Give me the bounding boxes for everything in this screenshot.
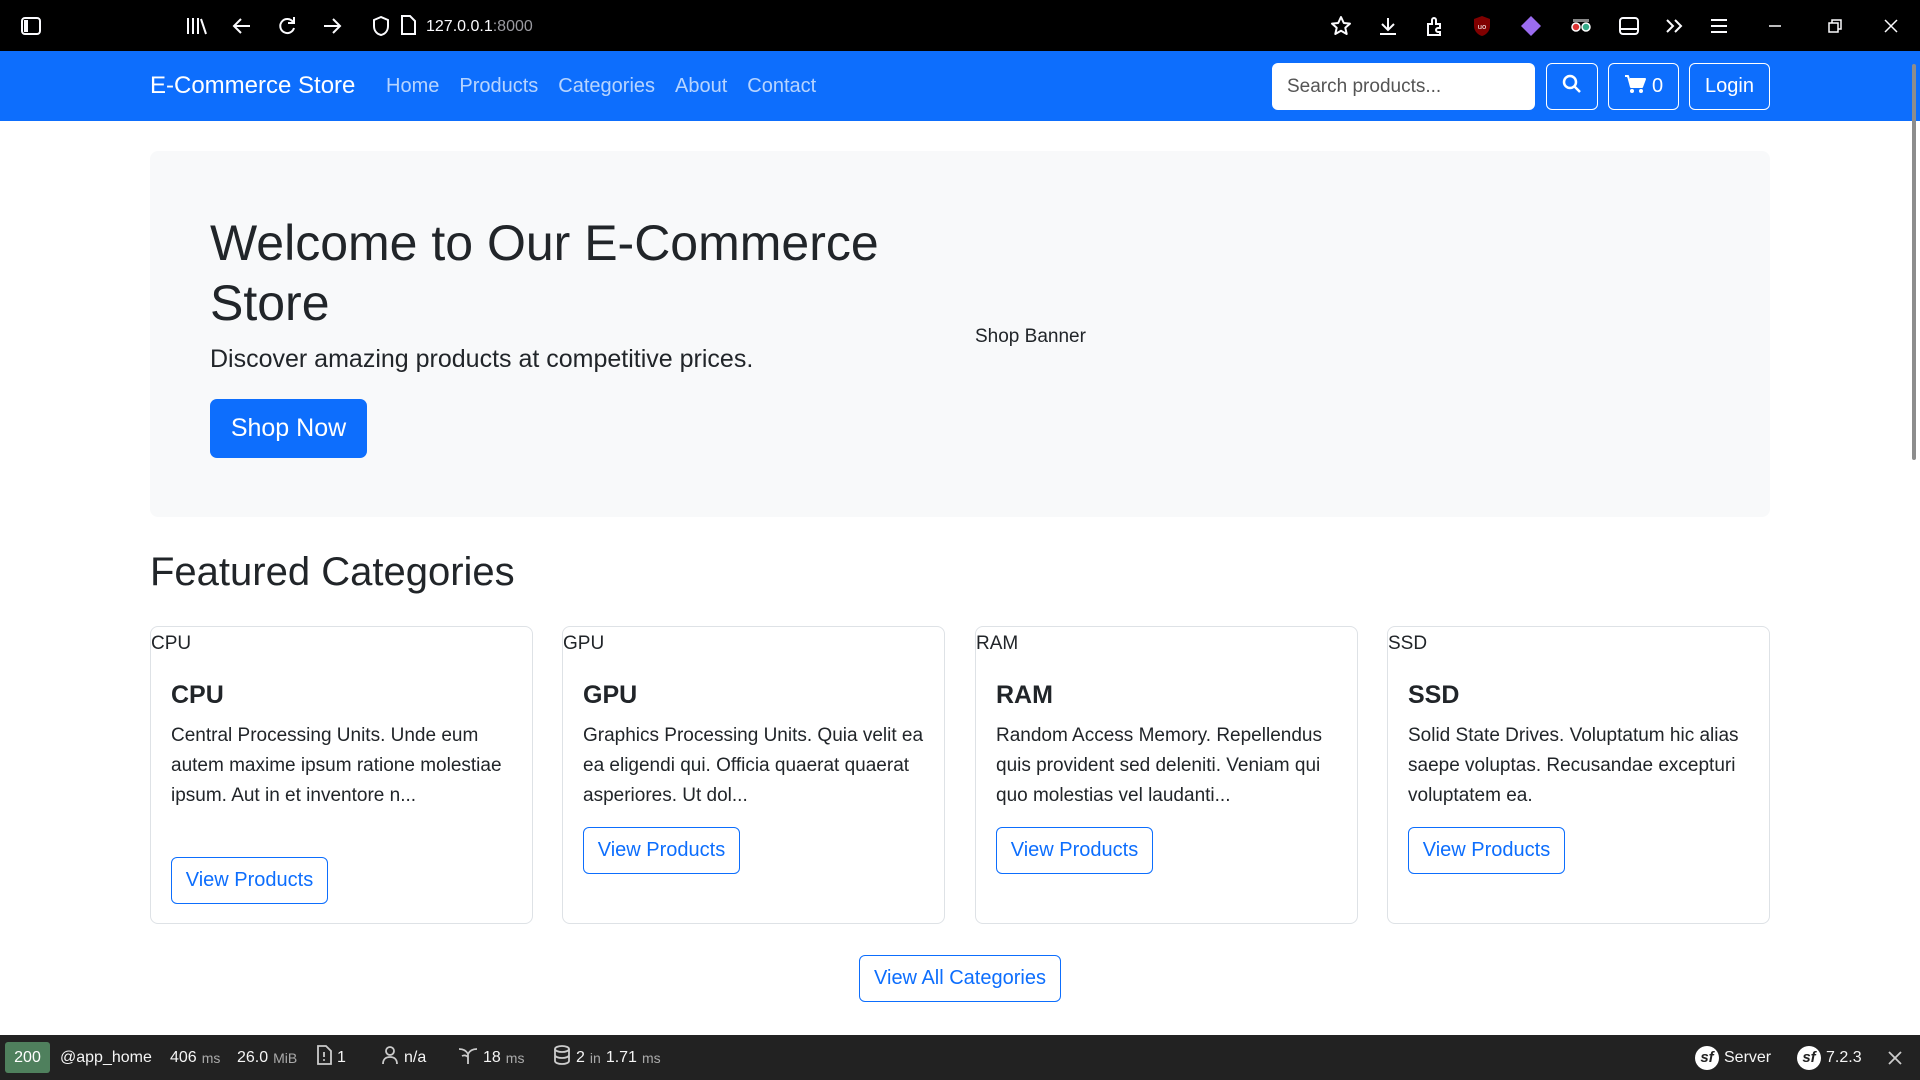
request-time-unit: ms: [201, 1049, 221, 1066]
category-description: Random Access Memory. Repellendus quis p…: [996, 725, 1322, 806]
server-panel[interactable]: sf Server: [1695, 1035, 1771, 1080]
toolbar-close-icon[interactable]: [1888, 1035, 1902, 1080]
database-icon: [553, 1045, 571, 1070]
overflow-icon[interactable]: [1662, 13, 1688, 39]
site-navbar: E-Commerce Store Home Products Categorie…: [0, 51, 1920, 121]
category-card-gpu: GPU GPU Graphics Processing Units. Quia …: [562, 626, 945, 924]
request-time[interactable]: 406 ms: [170, 1035, 220, 1080]
request-time-value: 406: [170, 1048, 197, 1066]
log-file-icon: [316, 1045, 332, 1070]
hero-section: Welcome to Our E-Commerce Store Discover…: [150, 151, 1770, 517]
memory-unit: MiB: [273, 1049, 298, 1066]
search-button[interactable]: [1546, 63, 1598, 110]
db-time-unit: ms: [641, 1049, 661, 1066]
cart-count: 0: [1651, 75, 1664, 97]
hero-title: Welcome to Our E-Commerce Store: [210, 215, 879, 331]
category-image: CPU: [151, 633, 192, 654]
symfony-logo-icon: sf: [1695, 1045, 1719, 1070]
category-image: SSD: [1388, 633, 1428, 654]
nav-link-home[interactable]: Home: [386, 75, 439, 98]
ublock-icon[interactable]: uo: [1469, 13, 1495, 39]
logs-count: 1: [337, 1048, 346, 1066]
twig-time-value: 18: [483, 1048, 501, 1066]
category-description: Graphics Processing Units. Quia velit ea…: [583, 725, 924, 806]
memory-usage[interactable]: 26.0 MiB: [237, 1035, 297, 1080]
cart-icon: [1624, 74, 1646, 100]
svg-text:uo: uo: [1478, 23, 1487, 31]
download-icon[interactable]: [1375, 13, 1401, 39]
category-title: GPU: [583, 681, 638, 709]
nav-link-contact[interactable]: Contact: [747, 75, 816, 98]
view-products-button[interactable]: View Products: [1408, 827, 1565, 874]
shop-now-button[interactable]: Shop Now: [210, 399, 367, 458]
db-query-count: 2: [576, 1048, 585, 1066]
debug-toolbar: 200 @app_home 406 ms 26.0 MiB 1 n/a 18 m…: [0, 1035, 1920, 1080]
extension-diamond-icon[interactable]: [1518, 13, 1544, 39]
status-badge[interactable]: 200: [5, 1042, 50, 1073]
nav-links: Home Products Categories About Contact: [386, 75, 816, 98]
menu-icon[interactable]: [1706, 13, 1732, 39]
bookmark-star-icon[interactable]: [1328, 13, 1354, 39]
category-title: CPU: [171, 681, 224, 709]
url-host: 127.0.0.1: [426, 18, 493, 35]
category-card-ssd: SSD SSD Solid State Drives. Voluptatum h…: [1387, 626, 1770, 924]
reload-icon[interactable]: [274, 13, 300, 39]
shop-banner-image: Shop Banner: [975, 326, 1086, 347]
category-title: SSD: [1408, 681, 1460, 709]
view-all-categories-button[interactable]: View All Categories: [859, 955, 1061, 1002]
symfony-version: 7.2.3: [1826, 1048, 1862, 1066]
route-name[interactable]: @app_home: [60, 1035, 152, 1080]
sidebar-icon[interactable]: [18, 13, 44, 39]
version-panel[interactable]: sf 7.2.3: [1797, 1035, 1862, 1080]
user-value: n/a: [404, 1048, 427, 1066]
url-port: :8000: [492, 18, 533, 35]
twig-icon: [458, 1045, 478, 1070]
user-icon: [381, 1045, 399, 1070]
server-label: Server: [1724, 1048, 1772, 1066]
shield-icon[interactable]: [368, 13, 394, 39]
view-products-button[interactable]: View Products: [996, 827, 1153, 874]
logs-panel[interactable]: 1: [316, 1035, 346, 1080]
minimize-icon[interactable]: [1762, 13, 1788, 39]
search-icon: [1562, 74, 1582, 100]
nav-link-products[interactable]: Products: [459, 75, 538, 98]
hero-lead: Discover amazing products at competitive…: [210, 345, 754, 373]
url-bar[interactable]: 127.0.0.1:8000: [400, 14, 533, 40]
extensions-icon[interactable]: [1422, 13, 1448, 39]
forward-icon[interactable]: [319, 13, 345, 39]
security-panel[interactable]: n/a: [381, 1035, 426, 1080]
twig-panel[interactable]: 18 ms: [458, 1035, 524, 1080]
nav-link-about[interactable]: About: [675, 75, 727, 98]
view-products-button[interactable]: View Products: [583, 827, 740, 874]
twig-time-unit: ms: [505, 1049, 525, 1066]
close-icon[interactable]: [1878, 13, 1904, 39]
category-description: Solid State Drives. Voluptatum hic alias…: [1408, 725, 1739, 806]
category-description: Central Processing Units. Unde eum autem…: [171, 725, 502, 806]
search-input[interactable]: [1272, 63, 1535, 110]
view-products-button[interactable]: View Products: [171, 857, 328, 904]
database-panel[interactable]: 2 in 1.71 ms: [553, 1035, 661, 1080]
page-icon: [400, 14, 416, 40]
featured-categories-title: Featured Categories: [150, 550, 515, 594]
page-scrollbar[interactable]: [1912, 64, 1916, 460]
nav-link-categories[interactable]: Categories: [558, 75, 655, 98]
db-time-value: 1.71: [605, 1048, 637, 1066]
category-card-cpu: CPU CPU Central Processing Units. Unde e…: [150, 626, 533, 924]
brand-link[interactable]: E-Commerce Store: [150, 72, 355, 100]
db-in-label: in: [589, 1049, 601, 1066]
symfony-logo-icon: sf: [1797, 1045, 1821, 1070]
login-button[interactable]: Login: [1689, 63, 1770, 110]
category-image: GPU: [563, 633, 605, 654]
library-icon[interactable]: [184, 13, 210, 39]
tab-view-icon[interactable]: [1616, 13, 1642, 39]
category-image: RAM: [976, 633, 1019, 654]
restore-icon[interactable]: [1822, 13, 1848, 39]
back-icon[interactable]: [229, 13, 255, 39]
extension-glasses-icon[interactable]: [1568, 13, 1594, 39]
category-title: RAM: [996, 681, 1053, 709]
category-card-ram: RAM RAM Random Access Memory. Repellendu…: [975, 626, 1358, 924]
memory-value: 26.0: [237, 1048, 269, 1066]
browser-toolbar: 127.0.0.1:8000 uo: [0, 0, 1920, 51]
cart-button[interactable]: 0: [1608, 63, 1679, 110]
